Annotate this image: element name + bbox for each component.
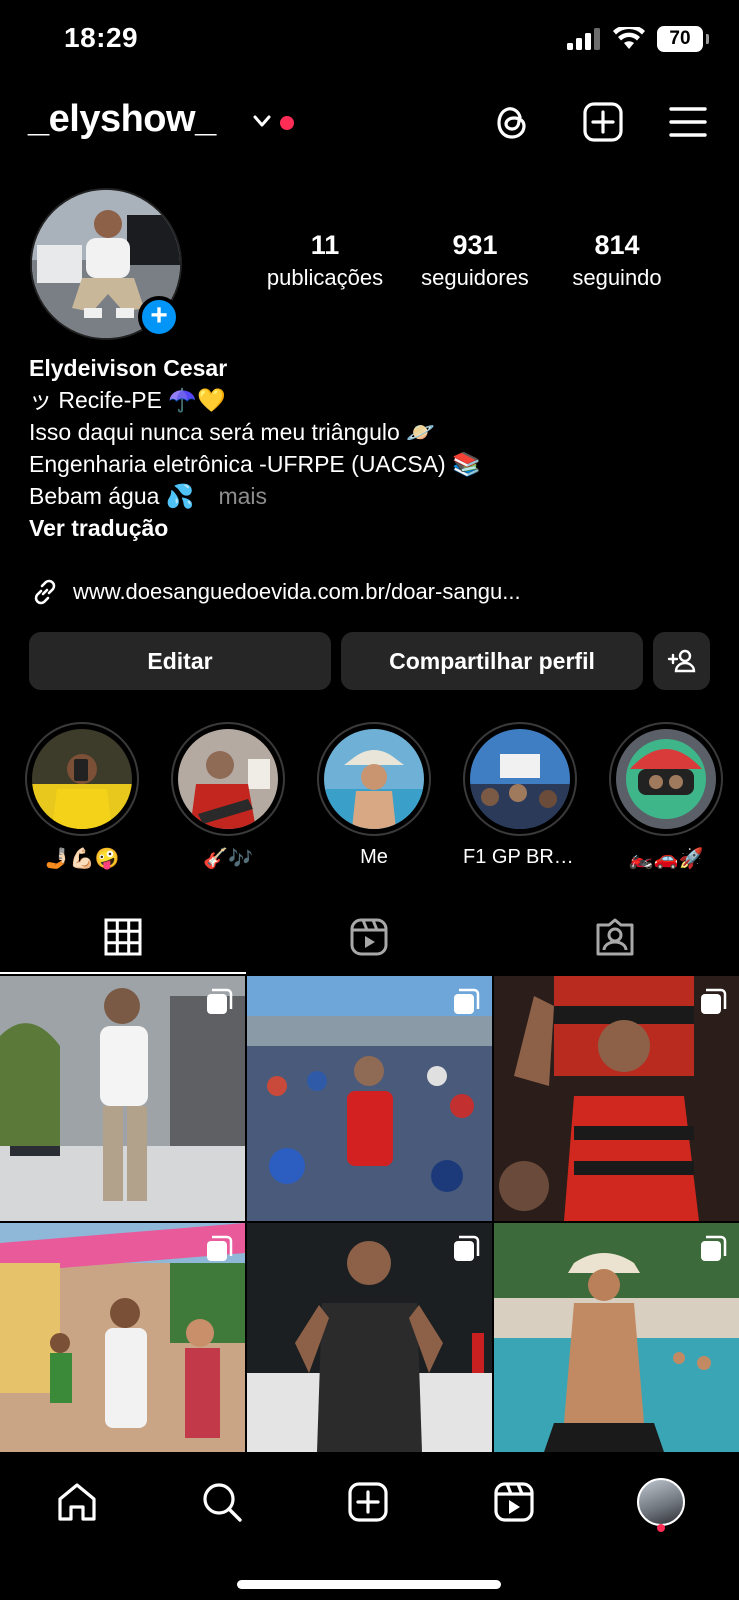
bio-link[interactable]: www.doesanguedoevida.com.br/doar-sangu..… xyxy=(29,576,521,608)
nav-reels[interactable] xyxy=(484,1472,544,1532)
stat-number: 11 xyxy=(310,230,340,260)
edit-profile-button[interactable]: Editar xyxy=(29,632,331,690)
highlight-cover xyxy=(470,729,570,829)
share-profile-button[interactable]: Compartilhar perfil xyxy=(341,632,643,690)
posts-count[interactable]: 11 publicações xyxy=(250,230,400,291)
highlight-cover xyxy=(32,729,132,829)
story-highlight[interactable]: 🤳🏻💪🏻🤪 xyxy=(25,722,139,871)
highlight-label: 🎸🎶 xyxy=(203,848,253,870)
username-switcher[interactable]: _elyshow_ xyxy=(28,98,216,141)
profile-bio: Elydeivison Cesar ッ Recife-PE ☂️💛 Isso d… xyxy=(29,352,709,544)
multi-post-icon xyxy=(701,1235,727,1261)
nav-home[interactable] xyxy=(47,1472,107,1532)
link-icon xyxy=(34,579,56,605)
display-name: Elydeivison Cesar xyxy=(29,355,228,381)
profile-avatar[interactable]: + xyxy=(30,188,182,340)
posts-grid xyxy=(0,976,739,1452)
multi-post-icon xyxy=(454,988,480,1014)
active-tab-indicator xyxy=(0,972,246,974)
bottom-navigation xyxy=(0,1452,739,1600)
bio-line: Isso daqui nunca será meu triângulo 🪐 xyxy=(29,419,435,445)
status-time: 18:29 xyxy=(64,22,139,53)
nav-search[interactable] xyxy=(192,1472,252,1532)
highlight-cover xyxy=(324,729,424,829)
tab-reels[interactable] xyxy=(246,900,492,974)
highlight-cover xyxy=(616,729,716,829)
stat-label: seguidores xyxy=(421,265,529,290)
post-thumbnail[interactable] xyxy=(247,976,492,1221)
stat-label: publicações xyxy=(266,265,384,290)
notification-dot xyxy=(280,116,294,130)
story-highlight[interactable]: 🏍️🚗🚀 xyxy=(609,722,723,871)
create-icon xyxy=(348,1482,388,1522)
discover-people-button[interactable] xyxy=(653,632,710,690)
bio-line: Engenharia eletrônica -UFRPE (UACSA) 📚 xyxy=(29,451,481,477)
highlight-label: 🤳🏻💪🏻🤪 xyxy=(44,848,120,870)
bio-line: ッ Recife-PE ☂️💛 xyxy=(29,387,226,413)
bio-more-link[interactable]: mais xyxy=(218,483,267,509)
home-icon xyxy=(58,1483,96,1521)
home-indicator[interactable] xyxy=(237,1580,501,1589)
stat-label: seguindo xyxy=(572,265,662,290)
search-icon xyxy=(203,1483,242,1522)
highlight-label: F1 GP BRAS... xyxy=(463,846,577,868)
story-highlight[interactable]: 🎸🎶 xyxy=(171,722,285,871)
post-thumbnail[interactable] xyxy=(0,976,245,1221)
post-thumbnail[interactable] xyxy=(494,976,739,1221)
translate-link[interactable]: Ver tradução xyxy=(29,512,709,544)
tagged-icon xyxy=(596,918,634,956)
profile-tabs xyxy=(0,900,739,974)
story-highlight[interactable]: Me xyxy=(317,722,431,869)
status-bar: 18:29 70 xyxy=(0,0,739,80)
multi-post-icon xyxy=(701,988,727,1014)
multi-post-icon xyxy=(207,1235,233,1261)
profile-header: _elyshow_ xyxy=(0,92,739,158)
grid-icon xyxy=(104,918,142,956)
post-thumbnail[interactable] xyxy=(0,1223,245,1468)
menu-icon[interactable] xyxy=(666,100,710,144)
bio-line: Bebam água 💦 xyxy=(29,483,195,509)
highlight-label: 🏍️🚗🚀 xyxy=(628,848,704,870)
stat-number: 931 xyxy=(452,230,498,260)
threads-icon[interactable] xyxy=(490,100,534,144)
tab-tagged[interactable] xyxy=(492,900,738,974)
bio-link-text: www.doesanguedoevida.com.br/doar-sangu..… xyxy=(73,579,521,604)
add-story-button[interactable]: + xyxy=(138,296,180,338)
status-icons: 70 xyxy=(567,26,709,52)
tab-posts[interactable] xyxy=(0,900,246,974)
wifi-icon xyxy=(613,27,645,49)
post-thumbnail[interactable] xyxy=(494,1223,739,1468)
highlight-cover xyxy=(178,729,278,829)
bio-line-last: Bebam água 💦 mais xyxy=(29,480,709,512)
story-highlight[interactable]: F1 GP BRAS... xyxy=(463,722,577,869)
following-count[interactable]: 814 seguindo xyxy=(542,230,692,291)
battery-indicator: 70 xyxy=(657,26,709,52)
stat-number: 814 xyxy=(594,230,640,260)
multi-post-icon xyxy=(207,988,233,1014)
notification-dot xyxy=(657,1524,665,1532)
chevron-down-icon[interactable] xyxy=(251,110,273,132)
highlight-label: Me xyxy=(360,846,388,868)
multi-post-icon xyxy=(454,1235,480,1261)
reels-nav-icon xyxy=(494,1482,534,1522)
add-person-icon xyxy=(667,649,695,673)
avatar xyxy=(637,1478,685,1526)
signal-icon xyxy=(567,28,600,50)
followers-count[interactable]: 931 seguidores xyxy=(400,230,550,291)
reels-icon xyxy=(350,918,388,956)
add-post-icon[interactable] xyxy=(581,100,625,144)
nav-profile[interactable] xyxy=(631,1472,691,1532)
post-thumbnail[interactable] xyxy=(247,1223,492,1468)
nav-create[interactable] xyxy=(338,1472,398,1532)
